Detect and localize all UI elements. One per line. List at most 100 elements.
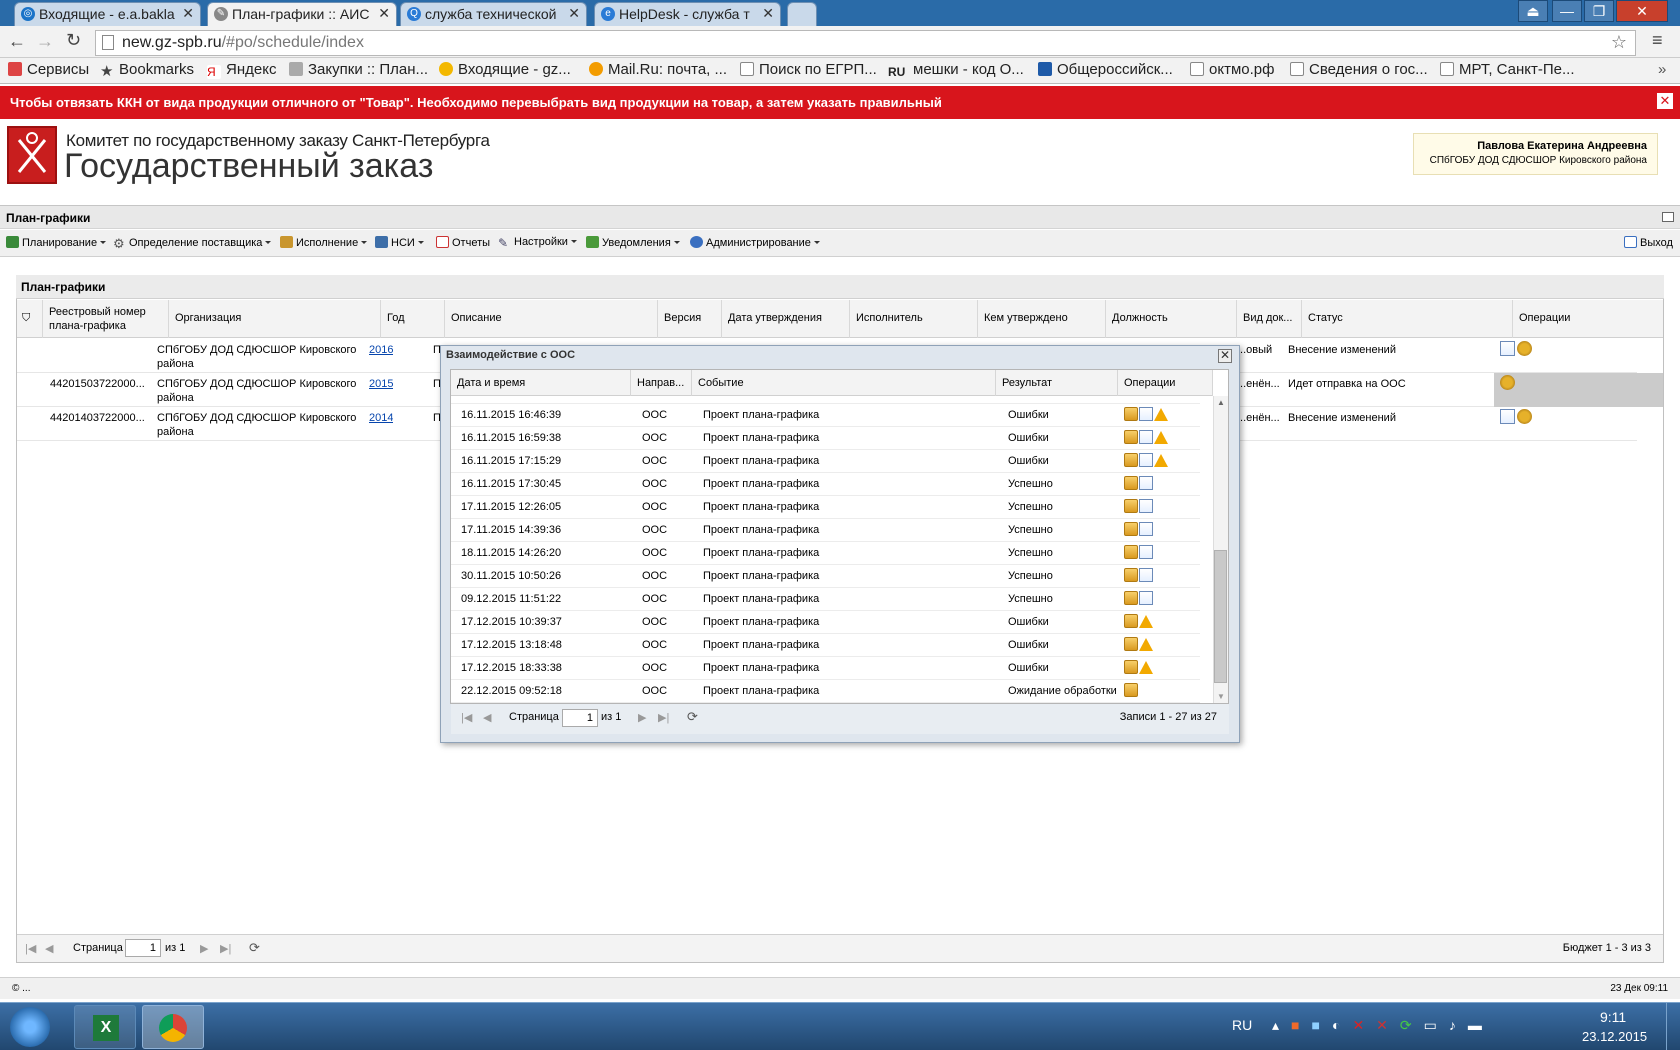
forward-icon[interactable]: → <box>36 31 54 52</box>
document-icon[interactable] <box>1139 591 1153 605</box>
usb-icon[interactable]: ◐ <box>1332 1017 1352 1033</box>
oos-row[interactable]: 17.11.2015 14:39:36 ООС Проект плана-графи… <box>451 519 1200 542</box>
keyboard-icon[interactable]: ▬ <box>1468 1017 1494 1033</box>
maximize-button[interactable]: ❐ <box>1584 0 1614 22</box>
language-indicator[interactable]: RU <box>1232 1017 1252 1033</box>
menu-reports[interactable]: Отчеты <box>436 236 490 249</box>
last-page-icon[interactable]: ▶| <box>220 942 231 955</box>
refresh-icon[interactable]: ⟳ <box>687 709 698 725</box>
warning-icon[interactable] <box>1139 660 1153 674</box>
package-icon[interactable] <box>1124 637 1138 651</box>
menu-supplier[interactable]: ⚙ Определение поставщика <box>113 236 272 251</box>
bookmark-mailru[interactable]: Mail.Ru: почта, ... <box>589 61 727 78</box>
close-alert-button[interactable]: ✕ <box>1657 93 1673 109</box>
package-icon[interactable] <box>1124 476 1138 490</box>
year-link[interactable]: 2016 <box>369 344 393 356</box>
bookmark-yandex[interactable]: Я Яндекс <box>207 61 276 79</box>
eagle-emblem-icon[interactable] <box>1517 409 1532 424</box>
menu-execution[interactable]: Исполнение <box>280 236 368 249</box>
bookmark-meshki[interactable]: RU мешки - код О... <box>888 61 1024 79</box>
start-button[interactable] <box>10 1007 50 1047</box>
column-header[interactable]: Результат <box>996 370 1118 396</box>
oos-row[interactable]: 22.12.2015 09:52:18 ООС Проект плана-графи… <box>451 680 1200 703</box>
minimize-button[interactable]: — <box>1552 0 1582 22</box>
eagle-emblem-icon[interactable] <box>1500 375 1515 390</box>
menu-planning[interactable]: Планирование <box>6 236 107 249</box>
oos-row[interactable]: 16.11.2015 17:15:29 ООС Проект плана-графи… <box>451 450 1200 473</box>
package-icon[interactable] <box>1124 591 1138 605</box>
column-header[interactable]: Операции <box>1513 300 1663 338</box>
document-icon[interactable] <box>1139 499 1153 513</box>
column-header[interactable]: Дата утверждения <box>722 300 850 338</box>
menu-nsi[interactable]: НСИ <box>375 236 424 249</box>
star-icon[interactable]: ☆ <box>1611 32 1627 53</box>
new-tab-button[interactable] <box>787 2 817 26</box>
chrome-taskbar-button[interactable] <box>142 1005 204 1049</box>
oos-row[interactable]: 16.11.2015 17:30:45 ООС Проект плана-графи… <box>451 473 1200 496</box>
package-icon[interactable] <box>1124 499 1138 513</box>
year-link[interactable]: 2015 <box>369 378 393 390</box>
prev-page-icon[interactable]: ◀ <box>483 711 491 724</box>
menu-settings[interactable]: ✎ Настройки <box>498 236 577 250</box>
oos-row[interactable]: 18.11.2015 14:26:20 ООС Проект плана-графи… <box>451 542 1200 565</box>
warning-icon[interactable] <box>1154 453 1168 467</box>
clock-date[interactable]: 23.12.2015 <box>1582 1029 1647 1044</box>
warning-icon[interactable] <box>1139 614 1153 628</box>
close-tab-icon[interactable]: ✕ <box>762 5 774 22</box>
package-icon[interactable] <box>1124 430 1138 444</box>
clock-time[interactable]: 9:11 <box>1600 1009 1626 1025</box>
refresh-icon[interactable]: ⟳ <box>249 940 260 956</box>
network-icon[interactable]: ▴ <box>1272 1017 1291 1033</box>
column-header[interactable]: Статус <box>1302 300 1513 338</box>
warning-icon[interactable] <box>1154 407 1168 421</box>
bookmark-services[interactable]: Сервисы <box>8 61 89 78</box>
oos-row[interactable]: 16.11.2015 16:59:38 ООС Проект плана-графи… <box>451 427 1200 450</box>
bookmark-zakupki[interactable]: Закупки :: План... <box>289 61 428 78</box>
sync-icon[interactable]: ⟳ <box>1400 1017 1424 1033</box>
bookmark-mrt[interactable]: МРТ, Санкт-Пе... <box>1440 61 1575 78</box>
scroll-down-icon[interactable]: ▼ <box>1217 692 1225 701</box>
excel-taskbar-button[interactable]: X <box>74 1005 136 1049</box>
close-window-button[interactable]: ✕ <box>1616 0 1668 22</box>
close-tab-icon[interactable]: ✕ <box>378 5 390 22</box>
prev-page-icon[interactable]: ◀ <box>45 942 53 955</box>
scrollbar-thumb[interactable] <box>1214 550 1227 683</box>
user-profile-icon[interactable]: ⏏ <box>1518 0 1548 22</box>
oos-row[interactable]: 17.12.2015 13:18:48 ООС Проект плана-графи… <box>451 634 1200 657</box>
column-header[interactable]: Организация <box>169 300 381 338</box>
column-header[interactable]: Кем утверждено <box>978 300 1106 338</box>
column-header[interactable]: Дата и время <box>451 370 631 396</box>
package-icon[interactable] <box>1124 568 1138 582</box>
package-icon[interactable] <box>1124 522 1138 536</box>
column-header[interactable]: Описание <box>445 300 658 338</box>
bookmark-egrp[interactable]: Поиск по ЕГРП... <box>740 61 877 78</box>
document-icon[interactable] <box>1139 545 1153 559</box>
document-icon[interactable] <box>1139 453 1153 467</box>
document-icon[interactable] <box>1139 407 1153 421</box>
next-page-icon[interactable]: ▶ <box>200 942 208 955</box>
page-input[interactable]: 1 <box>125 939 161 957</box>
security-icon[interactable]: ✕ <box>1376 1017 1400 1033</box>
close-dialog-button[interactable]: ✕ <box>1218 349 1232 363</box>
year-link[interactable]: 2014 <box>369 412 393 424</box>
column-header[interactable]: Событие <box>692 370 996 396</box>
scroll-up-icon[interactable]: ▲ <box>1217 398 1225 407</box>
next-page-icon[interactable]: ▶ <box>638 711 646 724</box>
document-icon[interactable] <box>1139 430 1153 444</box>
package-icon[interactable] <box>1124 683 1138 697</box>
dropbox-icon[interactable]: ■ <box>1312 1017 1332 1033</box>
document-icon[interactable] <box>1139 522 1153 536</box>
column-header[interactable]: Направ... <box>631 370 692 396</box>
package-icon[interactable] <box>1124 407 1138 421</box>
url-field[interactable]: new.gz-spb.ru/#po/schedule/index ☆ <box>95 30 1636 56</box>
tab-support[interactable]: Qслужба технической ✕ <box>400 2 587 26</box>
document-icon[interactable] <box>1500 409 1515 424</box>
oos-row[interactable]: 30.11.2015 10:50:26 ООС Проект плана-графи… <box>451 565 1200 588</box>
more-bookmarks-icon[interactable]: » <box>1658 61 1666 78</box>
menu-notifications[interactable]: Уведомления <box>586 236 680 249</box>
show-desktop-button[interactable] <box>1666 1003 1680 1050</box>
tab-inbox[interactable]: ◎ Входящие - e.a.bakla ✕ <box>14 2 201 26</box>
column-header[interactable]: Реестровый номер плана-графика <box>43 300 169 338</box>
bookmark-info[interactable]: Сведения о гос... <box>1290 61 1428 78</box>
oos-row[interactable]: 09.12.2015 11:51:22 ООС Проект плана-графи… <box>451 588 1200 611</box>
